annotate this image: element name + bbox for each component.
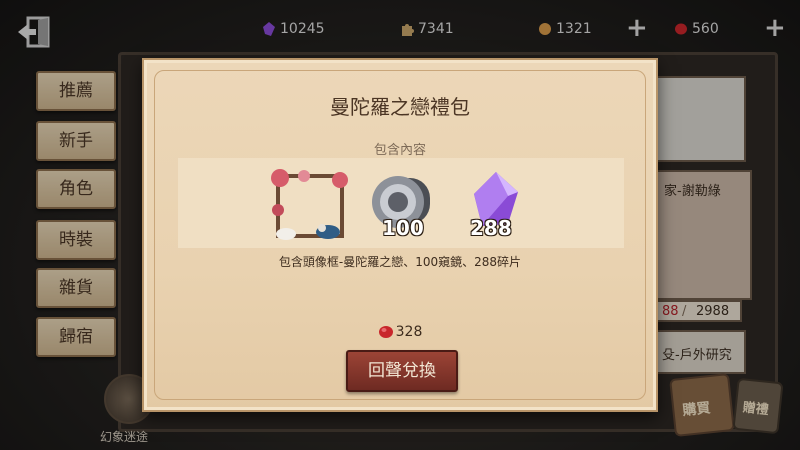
redeem-button[interactable]: 回聲兌換 (346, 350, 458, 392)
contents-description: 包含頭像框-曼陀羅之戀、100窺鏡、288碎片 (278, 255, 522, 269)
crystal-quantity: 288 (470, 216, 512, 240)
price-row: 328 (144, 324, 656, 340)
echo-icon (378, 326, 393, 338)
contents-panel: 100 288 (178, 158, 624, 248)
telescope-quantity: 100 (382, 216, 424, 240)
dialog-title: 曼陀羅之戀禮包 (330, 95, 470, 119)
portrait-frame-icon[interactable] (266, 166, 354, 246)
gift-pack-dialog: 曼陀羅之戀禮包 包含內容 100 288 包含頭像框-曼陀羅之戀、100窺鏡、2… (142, 58, 658, 412)
contents-heading: 包含內容 (373, 143, 426, 158)
price-value: 328 (395, 324, 423, 340)
